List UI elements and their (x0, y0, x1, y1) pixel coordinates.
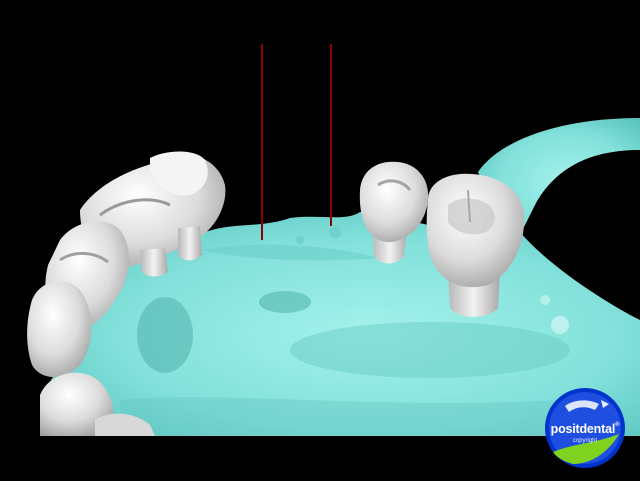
bone-speck (329, 226, 341, 238)
bone-speck (540, 295, 550, 305)
positdental-logo: positdental® copyright (543, 386, 627, 470)
3d-viewport[interactable]: positdental® copyright (0, 0, 640, 481)
nasal-depression (259, 291, 311, 313)
bone-speck (296, 236, 304, 244)
palatal-cavity (137, 297, 193, 373)
bone-ridge-shadow (290, 322, 570, 378)
bone-speck (454, 428, 462, 436)
logo-subtitle: copyright (572, 438, 598, 444)
logo-brand: positdental (550, 422, 616, 436)
bone-lower-shadow (120, 397, 560, 436)
logo-trademark: ® (615, 422, 620, 428)
logo-brand-text: positdental® (543, 422, 627, 436)
bone-speck (551, 316, 569, 334)
